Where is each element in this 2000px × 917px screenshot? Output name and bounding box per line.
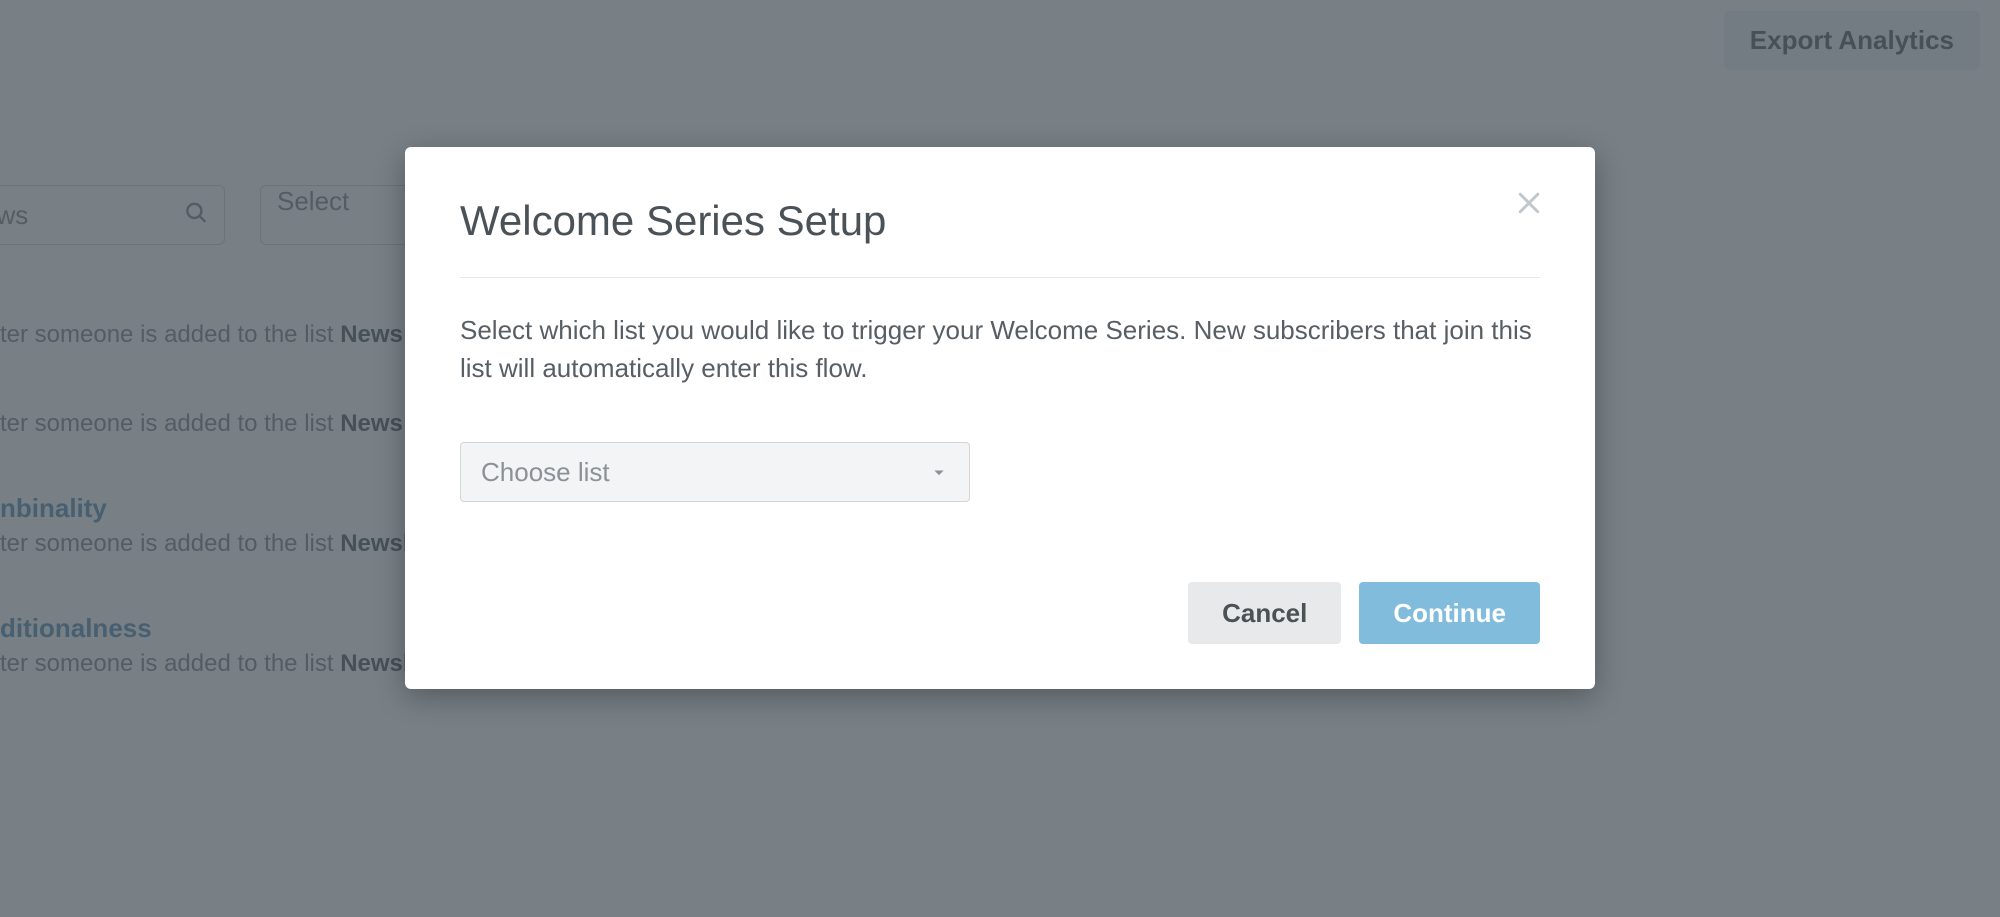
choose-list-placeholder: Choose list <box>481 457 610 488</box>
continue-button[interactable]: Continue <box>1359 582 1540 644</box>
modal-overlay[interactable]: Welcome Series Setup Select which list y… <box>0 0 2000 917</box>
modal-title: Welcome Series Setup <box>460 197 1540 277</box>
welcome-series-setup-modal: Welcome Series Setup Select which list y… <box>405 147 1595 689</box>
close-icon <box>1514 188 1544 218</box>
modal-divider <box>460 277 1540 278</box>
close-button[interactable] <box>1508 182 1550 224</box>
cancel-button[interactable]: Cancel <box>1188 582 1341 644</box>
modal-description: Select which list you would like to trig… <box>460 312 1540 387</box>
modal-footer: Cancel Continue <box>460 582 1540 644</box>
choose-list-select[interactable]: Choose list <box>460 442 970 502</box>
chevron-down-icon <box>931 457 947 488</box>
